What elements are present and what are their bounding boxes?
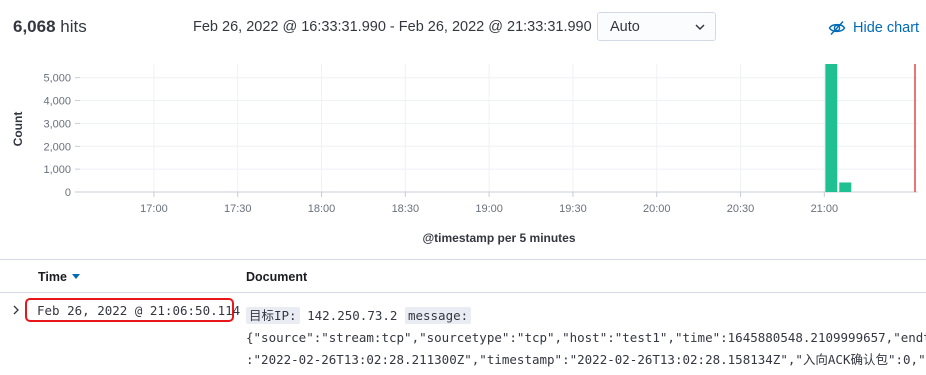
x-axis-ticks: 17:00 17:30 18:00 18:30 19:00 19:30 20:00 20:30… [140, 192, 838, 215]
histogram-bar[interactable] [839, 182, 852, 192]
x-axis-label: @timestamp per 5 minutes [422, 231, 575, 245]
histogram-svg: 0 1,000 2,000 3,000 4,000 5,000 17:00 17:30 18:… [11, 64, 918, 245]
hits-label: hits [60, 17, 87, 36]
y-tick-label: 1,000 [43, 164, 71, 176]
field-key-message: message: [404, 307, 472, 324]
histogram-chart: 0 1,000 2,000 3,000 4,000 5,000 17:00 17:30 18:… [0, 54, 926, 260]
column-header-time-label: Time [38, 270, 67, 284]
document-line-1: 目标IP: 142.250.73.2 message: [246, 305, 926, 327]
x-tick-label: 17:30 [224, 203, 252, 215]
x-tick-label: 20:30 [727, 203, 755, 215]
field-key-target-ip: 目标IP: [246, 307, 300, 324]
y-axis-ticks: 0 1,000 2,000 3,000 4,000 5,000 [43, 73, 80, 199]
histogram-bars[interactable] [825, 64, 852, 192]
y-tick-label: 2,000 [43, 141, 71, 153]
timestamp-value: Feb 26, 2022 @ 21:06:50.114 [37, 303, 241, 318]
document-line-3: :"2022-02-26T13:02:28.211300Z","timestam… [246, 352, 926, 367]
sort-down-icon[interactable] [71, 274, 80, 280]
y-tick-label: 3,000 [43, 118, 71, 130]
field-value-target-ip: 142.250.73.2 [307, 308, 398, 323]
eye-closed-icon [828, 21, 846, 35]
y-tick-label: 5,000 [43, 73, 71, 85]
histogram-bar[interactable] [825, 64, 838, 192]
timestamp-cell-highlighted[interactable]: Feb 26, 2022 @ 21:06:50.114 [25, 298, 240, 322]
x-tick-label: 18:30 [392, 203, 420, 215]
x-tick-label: 17:00 [140, 203, 168, 215]
chevron-right-icon[interactable] [11, 304, 21, 316]
x-tick-label: 19:30 [559, 203, 587, 215]
chevron-down-icon [695, 24, 705, 31]
column-header-time[interactable]: Time [38, 270, 80, 284]
x-tick-label: 18:00 [308, 203, 336, 215]
hide-chart-button[interactable]: Hide chart [828, 18, 919, 38]
table-row: Feb 26, 2022 @ 21:06:50.114 目标IP: 142.25… [0, 293, 926, 375]
time-range-label: Feb 26, 2022 @ 16:33:31.990 - Feb 26, 20… [193, 19, 592, 35]
column-header-document: Document [246, 270, 308, 284]
y-tick-label: 4,000 [43, 96, 71, 108]
document-cell: 目标IP: 142.250.73.2 message: {"source":"s… [246, 305, 926, 371]
document-line-2: {"source":"stream:tcp","sourcetype":"tcp… [246, 330, 926, 345]
x-tick-label: 21:00 [811, 203, 839, 215]
x-tick-label: 19:00 [475, 203, 503, 215]
y-axis-label: Count [11, 112, 25, 147]
hits-count: 6,068 hits [13, 17, 87, 37]
hide-chart-label: Hide chart [853, 20, 920, 36]
y-tick-label: 0 [65, 187, 71, 199]
hits-number: 6,068 [13, 17, 56, 36]
grid-lines [80, 64, 918, 193]
interval-select[interactable]: Auto [597, 12, 716, 41]
interval-value: Auto [610, 19, 640, 35]
table-header: Time Document [0, 260, 926, 293]
x-tick-label: 20:00 [643, 203, 671, 215]
discover-header: 6,068 hits Feb 26, 2022 @ 16:33:31.990 -… [0, 0, 926, 54]
